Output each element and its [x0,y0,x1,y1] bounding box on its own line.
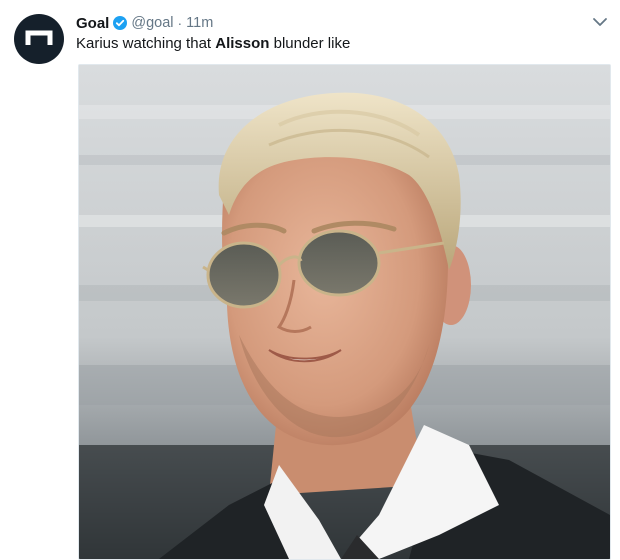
avatar[interactable] [14,14,64,64]
author-name[interactable]: Goal [76,15,109,32]
timestamp[interactable]: 11m [186,15,213,31]
tweet-photo[interactable] [78,64,611,560]
tweet-text-end: blunder like [269,35,351,52]
goal-logo-icon [25,30,53,45]
tweet-header: Goal @goal · 11m [76,13,213,33]
verified-badge-icon [113,16,128,30]
tweet-text: Karius watching that Alisson blunder lik… [76,35,350,52]
author-handle[interactable]: @goal [131,15,173,31]
photo-image [79,65,610,559]
tweet[interactable]: Goal @goal · 11m Karius watching that Al… [0,0,620,560]
separator-dot: · [177,15,183,31]
chevron-down-icon[interactable] [592,16,608,28]
tweet-text-start: Karius watching that [76,35,216,52]
tweet-text-bold: Alisson [215,35,270,52]
